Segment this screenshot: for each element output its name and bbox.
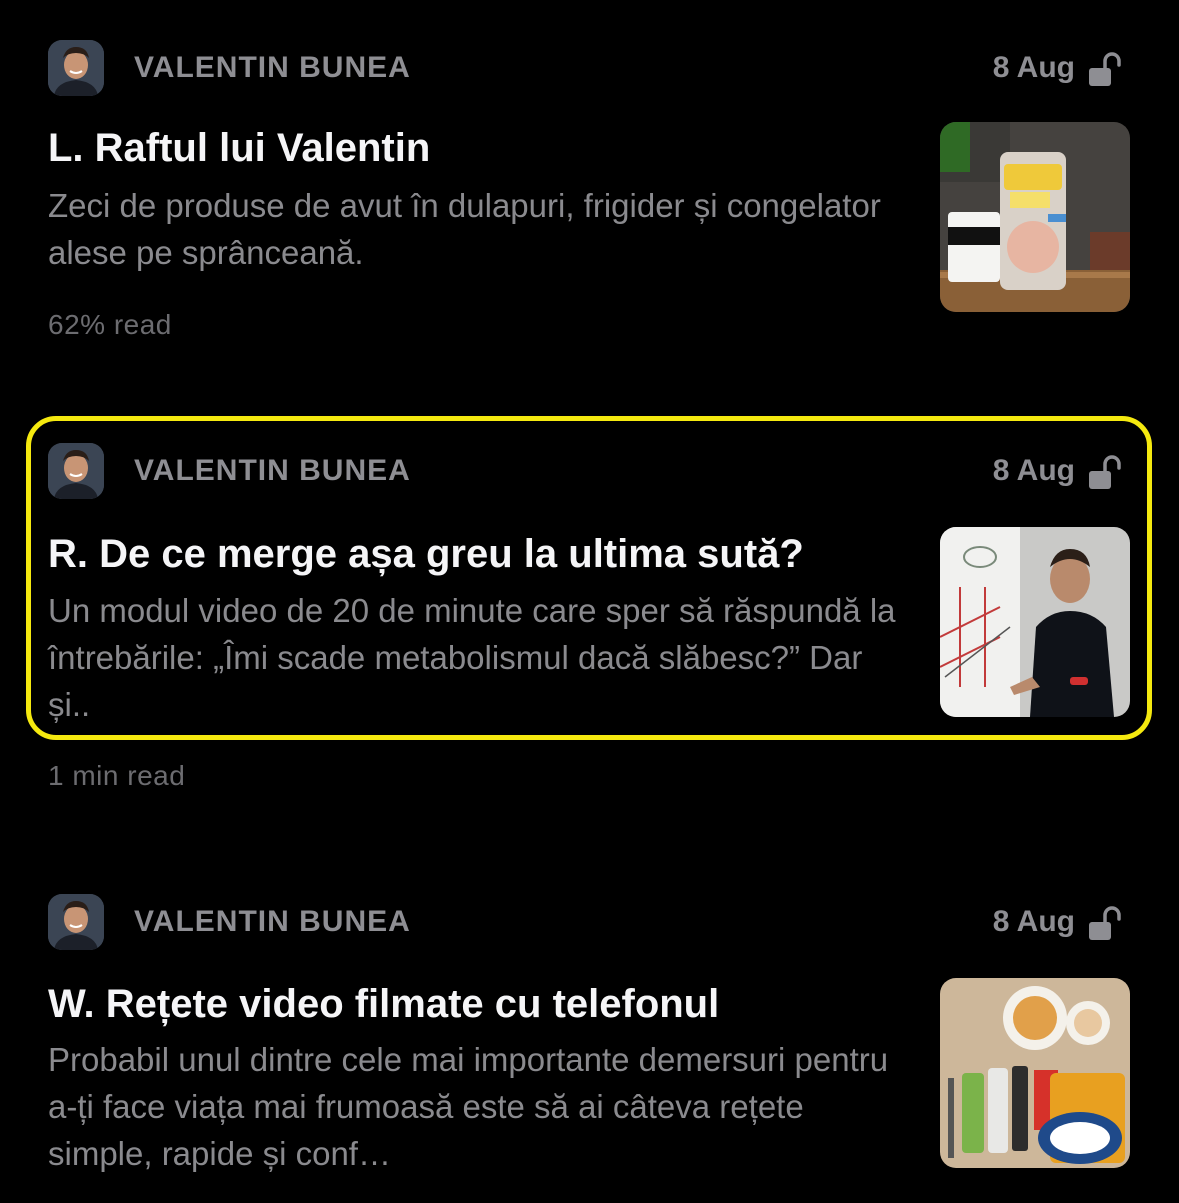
whiteboard-presenter-thumbnail [940,527,1130,717]
post-header: VALENTIN BUNEA 8 Aug [48,40,1131,96]
author-avatar[interactable] [48,443,104,499]
post-title[interactable]: R. De ce merge așa greu la ultima sută? [48,530,908,578]
post-thumbnail[interactable] [940,527,1130,717]
grocery-products-thumbnail [940,122,1130,312]
read-time: 1 min read [48,760,186,791]
post-title[interactable]: L. Raftul lui Valentin [48,124,908,172]
post-subtitle[interactable]: Zeci de produse de avut în dulapuri, fri… [48,182,898,276]
post-thumbnail[interactable] [940,978,1130,1168]
post-thumbnail[interactable] [940,122,1130,312]
read-progress: 62% read [48,309,172,340]
post-date: 8 Aug [992,51,1075,84]
post-date: 8 Aug [992,454,1075,487]
post-subtitle[interactable]: Probabil unul dintre cele mai importante… [48,1036,898,1177]
unlocked-lock-icon [1089,455,1121,489]
unlocked-lock-icon [1089,906,1121,940]
author-name[interactable]: VALENTIN BUNEA [134,455,411,487]
author-avatar[interactable] [48,40,104,96]
post-card[interactable]: VALENTIN BUNEA 8 Aug W. Rețete video fil… [0,894,1179,1194]
author-name[interactable]: VALENTIN BUNEA [134,52,411,84]
author-avatar[interactable] [48,894,104,950]
post-subtitle[interactable]: Un modul video de 20 de minute care sper… [48,587,898,728]
author-name[interactable]: VALENTIN BUNEA [134,906,411,938]
post-card[interactable]: VALENTIN BUNEA 8 Aug L. Raftul lui Valen… [0,40,1179,360]
post-title[interactable]: W. Rețete video filmate cu telefonul [48,980,908,1028]
post-header: VALENTIN BUNEA 8 Aug [48,443,1131,499]
post-card[interactable]: VALENTIN BUNEA 8 Aug R. De ce merge așa … [0,443,1179,803]
post-date: 8 Aug [992,905,1075,938]
unlocked-lock-icon [1089,52,1121,86]
post-header: VALENTIN BUNEA 8 Aug [48,894,1131,950]
recipe-ingredients-thumbnail [940,978,1130,1168]
